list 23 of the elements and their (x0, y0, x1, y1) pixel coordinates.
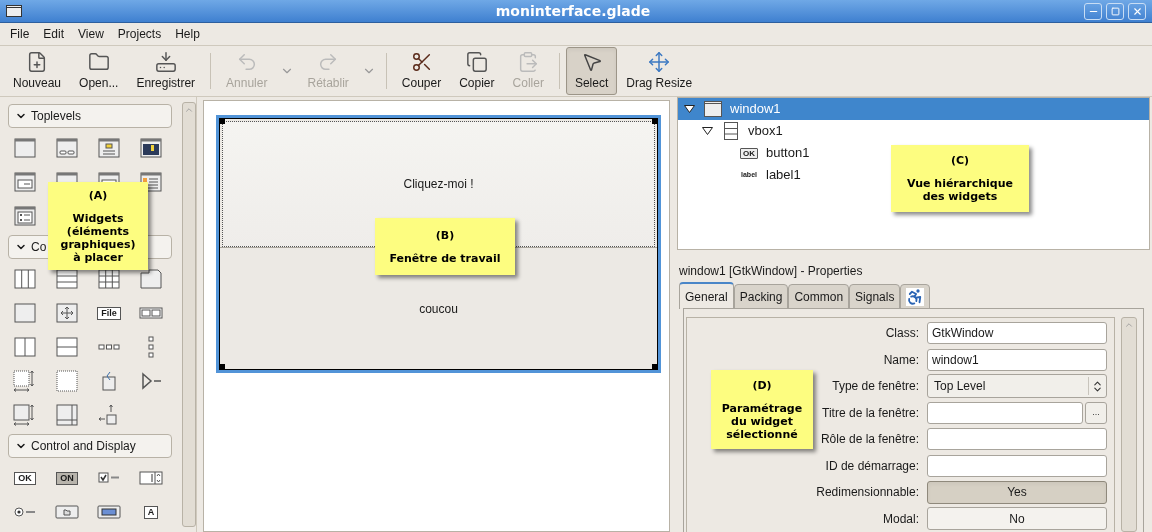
field-label: Class: (885, 325, 919, 343)
note-mark: (B) (435, 228, 455, 242)
note-text: Vue hiérarchique des widgets (907, 177, 1013, 203)
field-label: Type de fenêtre: (832, 378, 919, 396)
note-text: Paramétrage du widget sélectionné (721, 401, 803, 441)
note-mark: (A) (88, 188, 108, 202)
field-label: Titre de la fenêtre: (822, 404, 919, 422)
properties-heading: window1 [GtkWindow] - Properties (678, 263, 864, 280)
field-label: Modal: (882, 510, 919, 528)
note-mark: (C) (950, 154, 970, 167)
note-text: Fenêtre de travail (389, 251, 501, 265)
tree-label: window1 (730, 100, 781, 119)
button-widget-icon: OK (740, 147, 758, 159)
field-label: Rôle de la fenêtre: (820, 431, 919, 449)
designed-label: coucou (419, 300, 458, 318)
field-label: Name: (883, 351, 919, 369)
note-mark: (D) (752, 378, 772, 392)
window-title: moninterface.glade (495, 1, 651, 21)
tree-label: label1 (766, 166, 801, 185)
tree-label: vbox1 (748, 122, 783, 141)
field-label: Redimensionnable: (816, 484, 919, 502)
field-label: ID de démarrage: (825, 457, 919, 475)
tree-label: button1 (766, 144, 810, 163)
